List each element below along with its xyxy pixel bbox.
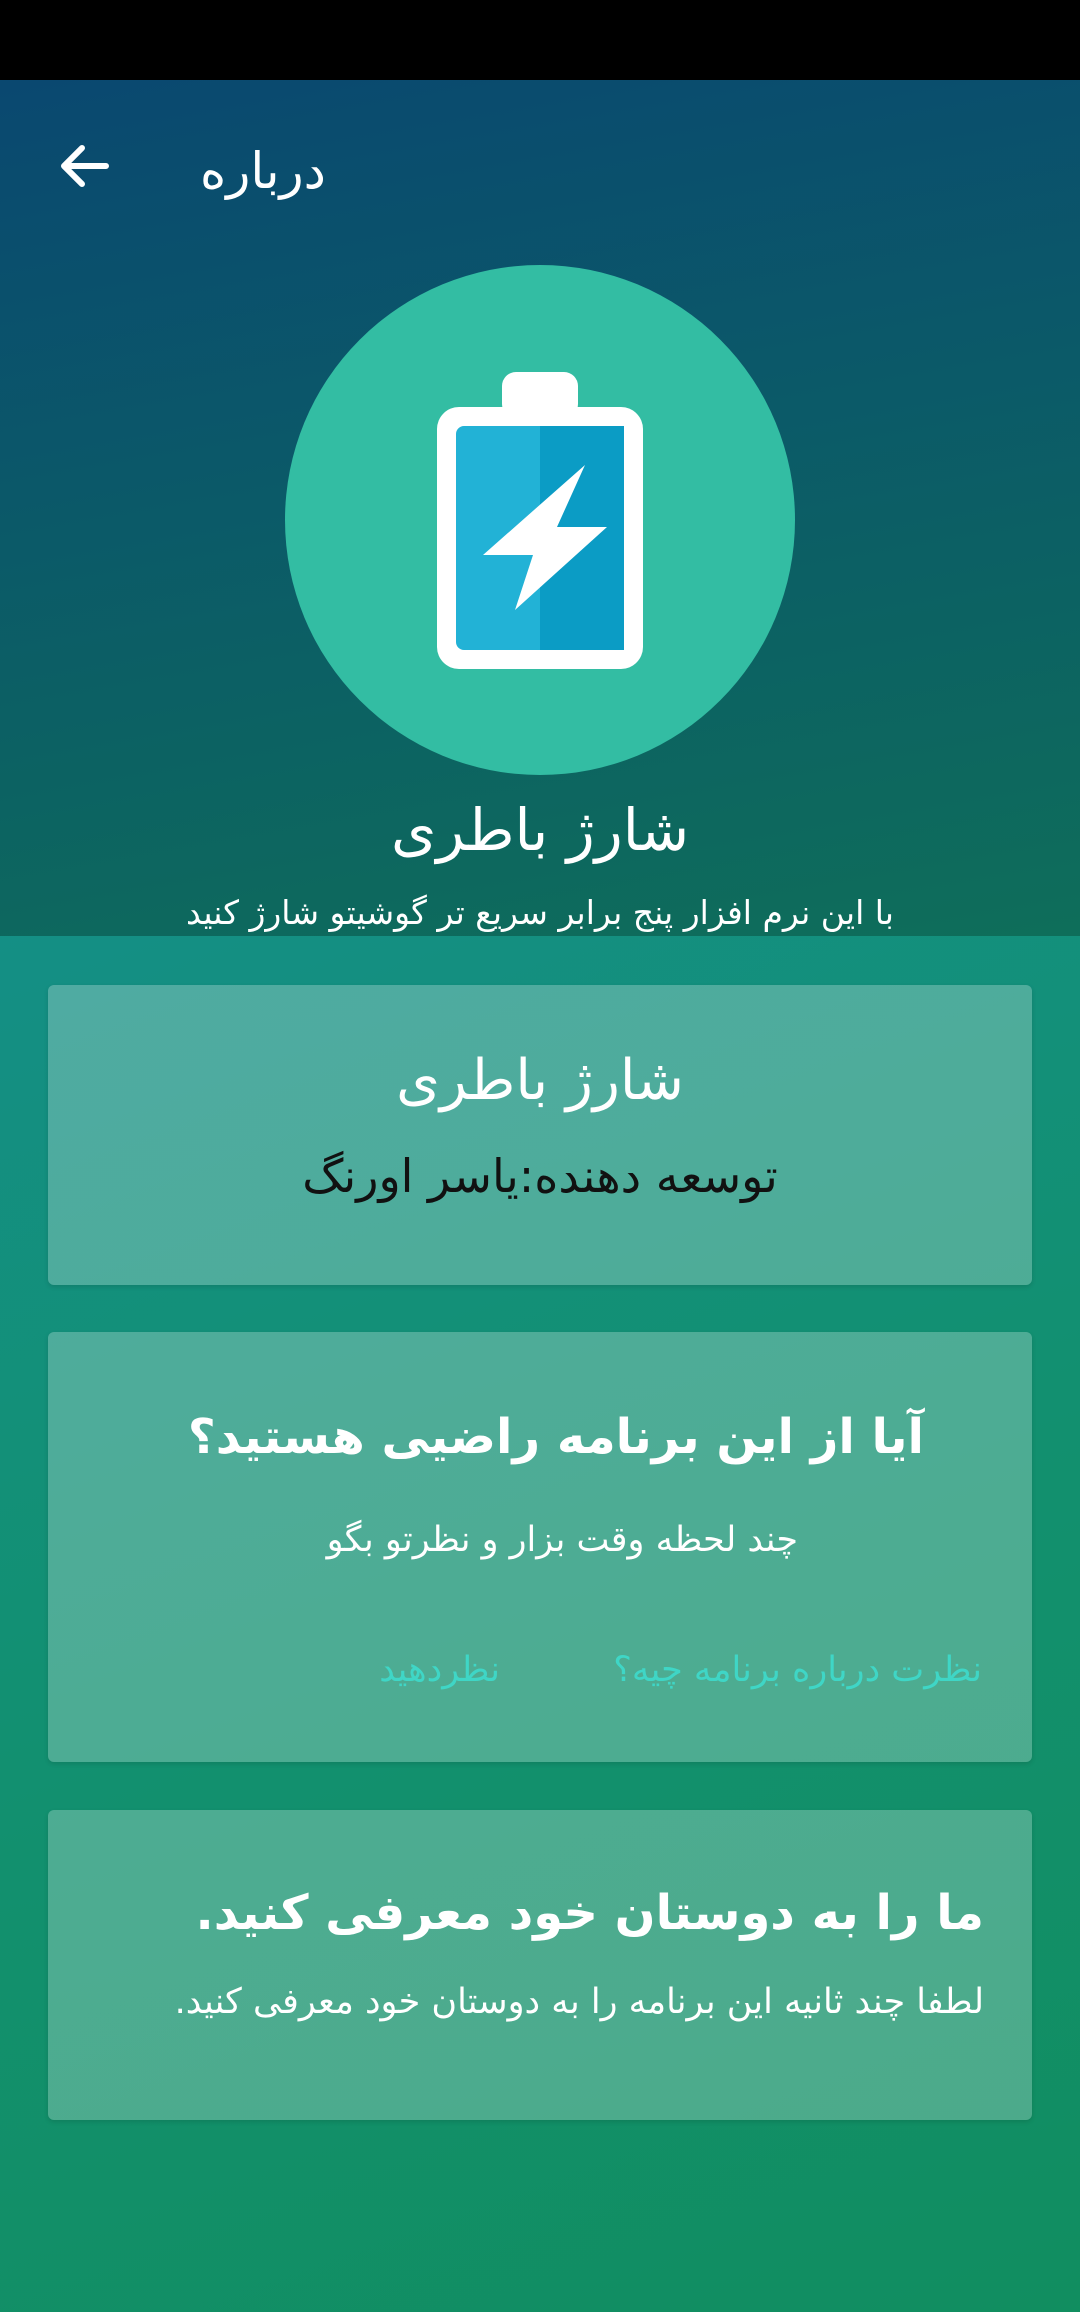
arrow-left-icon xyxy=(61,145,109,187)
rate-card-title: آیا از این برنامه راضیی هستید؟ xyxy=(187,1409,924,1465)
card-app-title: شارژ باطری xyxy=(396,1048,684,1113)
feedback-button[interactable]: نظرت درباره برنامه چیه؟ xyxy=(613,1642,982,1698)
share-card-title: ما را به دوستان خود معرفی کنید. xyxy=(195,1885,984,1941)
page-title: درباره xyxy=(200,142,326,200)
back-button[interactable] xyxy=(52,136,116,196)
rate-card-subtitle: چند لحظه وقت بزار و نظرتو بگو xyxy=(326,1520,798,1560)
rate-button[interactable]: نظردهید xyxy=(379,1642,500,1698)
share-app-card[interactable]: ما را به دوستان خود معرفی کنید. لطفا چند… xyxy=(48,1810,1032,2120)
developer-label: توسعه دهنده:یاسر اورنگ xyxy=(302,1149,778,1203)
app-name: شارژ باطری xyxy=(390,796,690,864)
app-logo xyxy=(285,265,795,775)
share-card-subtitle: لطفا چند ثانیه این برنامه را به دوستان خ… xyxy=(174,1982,984,2022)
battery-charging-icon xyxy=(437,372,643,669)
app-tagline: با این نرم افزار پنج برابر سریع تر گوشیت… xyxy=(186,893,894,932)
status-bar xyxy=(0,0,1080,80)
rate-app-card: آیا از این برنامه راضیی هستید؟ چند لحظه … xyxy=(48,1332,1032,1762)
app-info-card: شارژ باطری توسعه دهنده:یاسر اورنگ xyxy=(48,985,1032,1285)
